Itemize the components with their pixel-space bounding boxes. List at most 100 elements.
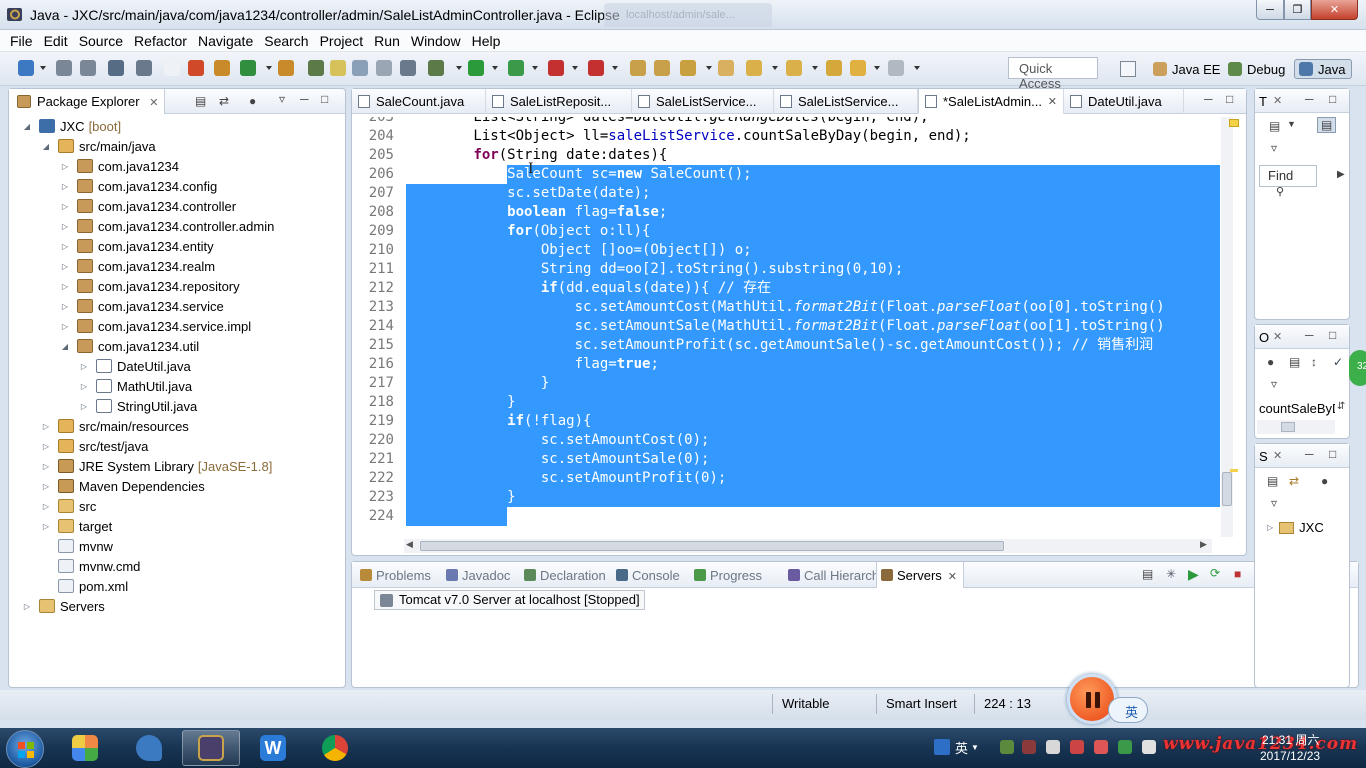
chevron-down-icon[interactable] [572,66,578,70]
bottom-tab-problems[interactable]: Problems [356,562,431,588]
tray-360-icon[interactable] [1094,740,1108,754]
maximize-view-icon[interactable]: □ [1226,92,1233,106]
link-with-editor-icon[interactable]: ⇄ [1289,474,1299,488]
code-line[interactable]: 204 List<Object> ll=saleListService.coun… [354,127,1220,146]
close-icon[interactable]: ✕ [1273,449,1282,462]
close-icon[interactable]: ✕ [1273,330,1282,343]
close-icon[interactable]: ✕ [149,97,158,109]
save-all-icon[interactable] [80,60,96,76]
maximize-view-icon[interactable]: □ [1329,92,1336,106]
new-task-icon[interactable]: ▤ [1269,119,1280,133]
focus-icon[interactable]: ● [1321,474,1328,488]
chevron-down-icon[interactable]: ▼ [1287,119,1296,129]
outline-tab[interactable]: O [1259,330,1269,345]
code-line[interactable]: 219 if(!flag){ [354,412,1220,431]
editor-tab[interactable]: *SaleListAdmin... ✕ [918,89,1064,114]
ant-icon[interactable] [188,60,204,76]
close-window-button[interactable]: ✕ [1311,0,1358,20]
open-perspective-icon[interactable] [1120,61,1136,77]
chevron-right-icon[interactable]: ▶ [1337,169,1345,180]
code-line[interactable]: 212 if(dd.equals(date)){ // 存在 [354,279,1220,298]
minimize-view-icon[interactable]: ─ [300,92,309,106]
menu-search[interactable]: Search [264,33,308,49]
chevron-down-icon[interactable] [874,66,880,70]
prev-annotation-icon[interactable] [786,60,802,76]
code-line[interactable]: 223 } [354,488,1220,507]
close-icon[interactable]: ✕ [1273,94,1282,107]
collapsed-icon[interactable]: ▷ [42,422,50,431]
close-icon[interactable]: ✕ [948,571,957,583]
link-with-editor-icon[interactable]: ⇄ [219,94,229,108]
ime-indicator[interactable]: 英 [1108,697,1148,723]
chevron-down-icon[interactable] [532,66,538,70]
collapsed-icon[interactable]: ▷ [42,442,50,451]
forward-icon[interactable] [888,60,904,76]
perspective-java[interactable]: Java [1294,59,1353,79]
hide-fields-icon[interactable]: ● [1267,355,1274,369]
profile-server-icon[interactable]: ⟳ [1210,566,1220,580]
debug-server-icon[interactable]: ✳ [1166,567,1176,581]
tree-item[interactable]: ▷ com.java1234.realm [61,256,215,276]
chevron-down-icon[interactable] [612,66,618,70]
focus-icon[interactable]: ● [249,94,256,108]
scroll-right-icon[interactable]: ▶ [1200,539,1207,550]
server-icon-1[interactable]: ▤ [1142,567,1153,581]
tree-item[interactable]: ▷ JRE System Library [JavaSE-1.8] [42,456,272,476]
collapsed-icon[interactable]: ▷ [80,402,88,411]
open-type-icon[interactable] [278,60,294,76]
tree-item[interactable]: ▷ com.java1234.service [61,296,224,316]
view-menu-icon[interactable]: ▿ [279,92,285,106]
minimize-view-icon[interactable]: ─ [1305,328,1314,342]
collapsed-icon[interactable]: ▷ [61,322,69,331]
code-line[interactable]: 203 List<String> dates=DateUtil.getRange… [354,117,1220,127]
open-folder-icon[interactable] [654,60,670,76]
code-line[interactable]: 220 sc.setAmountCost(0); [354,431,1220,450]
taskbar-app-wps[interactable]: W [244,730,302,766]
maximize-button[interactable]: ❐ [1284,0,1311,20]
clock-date[interactable]: 2017/12/23 [1260,749,1320,763]
code-line[interactable]: 216 flag=true; [354,355,1220,374]
collapsed-icon[interactable]: ▷ [23,602,31,611]
expanded-icon[interactable]: ◢ [42,142,50,151]
chevron-down-icon[interactable] [706,66,712,70]
horizontal-scrollbar[interactable]: ◀ ▶ [404,539,1212,553]
collapsed-icon[interactable]: ▷ [80,362,88,371]
find-field[interactable]: Find ⚲ [1259,165,1317,198]
toggle-block-icon[interactable] [352,60,368,76]
tree-item[interactable]: ▷ MathUtil.java [80,376,192,396]
tree-item[interactable]: ▷ Maven Dependencies [42,476,205,496]
search-tool-icon[interactable] [308,60,324,76]
sort-icon[interactable]: ↕ [1311,355,1317,369]
toggle-mark-icon[interactable] [164,60,180,76]
next-annotation-icon[interactable] [746,60,762,76]
scroll-left-icon[interactable]: ◀ [406,539,413,550]
code-line[interactable]: 217 } [354,374,1220,393]
collapsed-icon[interactable]: ▷ [42,502,50,511]
code-line[interactable]: 214 sc.setAmountSale(MathUtil.format2Bit… [354,317,1220,336]
tree-item[interactable]: mvnw.cmd [42,556,140,576]
tree-item[interactable]: ▷ Servers [23,596,105,616]
code-editor[interactable]: 203 List<String> dates=DateUtil.getRange… [354,117,1220,537]
menu-navigate[interactable]: Navigate [198,33,253,49]
debug-run-icon[interactable] [428,60,444,76]
tree-item[interactable]: ▷ src/test/java [42,436,148,456]
tray-flag-icon[interactable] [1142,740,1156,754]
tree-item[interactable]: ▷ src [42,496,96,516]
editor-tab[interactable]: SaleListService... [774,89,918,114]
collapsed-icon[interactable]: ▷ [61,302,69,311]
editor-tab[interactable]: DateUtil.java [1064,89,1184,114]
servers-mini-tab[interactable]: S [1259,449,1268,464]
minimize-view-icon[interactable]: ─ [1204,92,1213,106]
view-menu-icon[interactable]: ▿ [1271,377,1277,391]
code-line[interactable]: 215 sc.setAmountProfit(sc.getAmountSale(… [354,336,1220,355]
expanded-icon[interactable]: ◢ [23,122,31,131]
highlight-icon[interactable] [330,60,346,76]
tree-item[interactable]: ◢ com.java1234.util [61,336,199,356]
tree-item[interactable]: mvnw [42,536,113,556]
bottom-tab-javadoc[interactable]: Javadoc [442,562,510,588]
scroll-thumb[interactable] [420,541,1004,551]
chevron-down-icon[interactable] [812,66,818,70]
code-line[interactable]: 205 for(String date:dates){ [354,146,1220,165]
chevron-down-icon[interactable] [492,66,498,70]
menu-edit[interactable]: Edit [44,33,68,49]
